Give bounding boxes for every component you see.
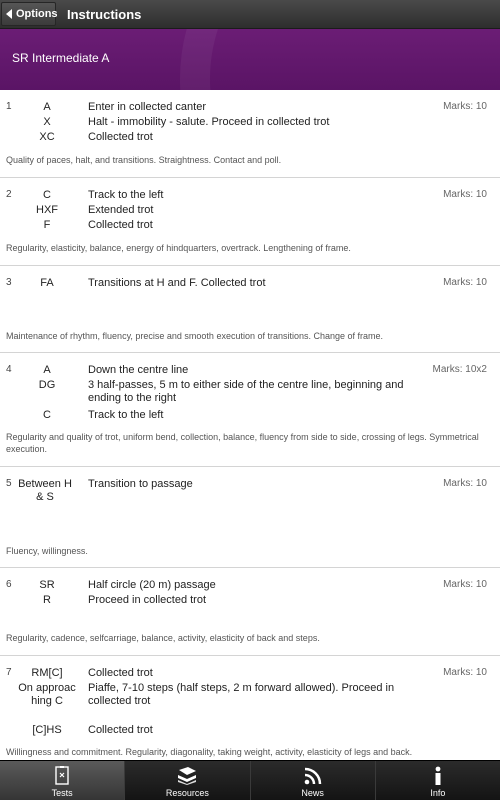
movement-description: Collected trot xyxy=(88,219,153,231)
movement-marks: Marks: 10 xyxy=(443,478,487,489)
movement-description: Track to the left xyxy=(88,189,164,201)
books-icon xyxy=(125,766,249,785)
movement-row: 6 Marks: 10 SR Half circle (20 m) passag… xyxy=(0,568,500,656)
test-header: SR Intermediate A xyxy=(0,29,500,90)
movement-number: 1 xyxy=(6,101,12,112)
movement-letter: SR xyxy=(39,579,55,591)
movement-description: Transition to passage xyxy=(88,478,193,490)
movement-comment: Regularity, elasticity, balance, energy … xyxy=(6,243,351,253)
movement-description: Enter in collected canter xyxy=(88,101,207,113)
movement-letter: A xyxy=(43,364,51,376)
test-title: SR Intermediate A xyxy=(12,51,110,65)
movement-comment: Maintenance of rhythm, fluency, precise … xyxy=(6,331,384,341)
movement-description: Collected trot xyxy=(88,667,153,679)
back-arrow-icon xyxy=(6,9,12,19)
movement-description: Collected trot xyxy=(88,131,153,143)
movement-row: 4 Marks: 10x2 A Down the centre line DG … xyxy=(0,353,500,467)
movement-letter: HXF xyxy=(36,204,58,216)
movement-row: 1 Marks: 10 A Enter in collected canter … xyxy=(0,90,500,178)
options-label: Options xyxy=(16,8,58,20)
movement-letter: XC xyxy=(39,131,55,143)
movement-description: Transitions at H and F. Collected trot xyxy=(88,277,266,289)
movement-row: 7 Marks: 10 RM[C] Collected trot On appr… xyxy=(0,656,500,760)
options-back-button[interactable]: Options xyxy=(1,2,58,26)
movement-row: 3 Marks: 10 FA Transitions at H and F. C… xyxy=(0,266,500,353)
movement-description: Halt - immobility - salute. Proceed in c… xyxy=(88,116,330,128)
movement-marks: Marks: 10 xyxy=(443,667,487,678)
movement-number: 7 xyxy=(6,667,12,678)
movement-letter: C xyxy=(43,189,51,201)
tab-info[interactable]: Info xyxy=(375,761,500,800)
action-bar: Options Instructions xyxy=(0,0,500,29)
movement-number: 6 xyxy=(6,579,12,590)
movement-description: Piaffe, 7-10 steps (half steps, 2 m forw… xyxy=(88,682,395,707)
movement-letter: DG xyxy=(38,379,56,391)
movement-marks: Marks: 10 xyxy=(443,189,487,200)
movement-marks: Marks: 10 xyxy=(443,579,487,590)
tab-news[interactable]: News xyxy=(250,761,376,800)
tab-tests[interactable]: Tests xyxy=(0,761,126,800)
screen-title: Instructions xyxy=(67,7,142,22)
movement-number: 2 xyxy=(6,189,12,200)
movement-description: Half circle (20 m) passage xyxy=(88,579,216,591)
movement-letter: [C]HS xyxy=(32,724,62,736)
movement-comment: Quality of paces, halt, and transitions.… xyxy=(6,155,282,165)
movement-comment: Fluency, willingness. xyxy=(6,546,88,556)
movement-letter: Between H & S xyxy=(18,478,72,503)
tab-news-label: News xyxy=(301,788,324,798)
tab-resources[interactable]: Resources xyxy=(125,761,251,800)
movement-number: 5 xyxy=(6,478,12,489)
movement-number: 3 xyxy=(6,277,12,288)
movement-letter: FA xyxy=(40,277,54,289)
movement-letter: A xyxy=(43,101,51,113)
tab-resources-label: Resources xyxy=(165,788,209,798)
movement-description: Extended trot xyxy=(88,204,154,216)
movement-marks: Marks: 10 xyxy=(443,277,487,288)
bottom-tab-bar: Tests Resources News Info xyxy=(0,760,500,800)
movement-letter: C xyxy=(43,409,51,421)
movement-description: Track to the left xyxy=(88,409,164,421)
movement-description: Down the centre line xyxy=(88,364,189,376)
movement-number: 4 xyxy=(6,364,12,375)
tests-icon xyxy=(0,766,124,785)
movement-row: 2 Marks: 10 C Track to the left HXF Exte… xyxy=(0,178,500,266)
movement-comment: Regularity and quality of trot, uniform … xyxy=(6,432,479,454)
rss-icon xyxy=(251,766,375,785)
movement-description: Proceed in collected trot xyxy=(88,594,207,606)
tab-info-label: Info xyxy=(430,788,446,798)
movement-letter: RM[C] xyxy=(31,667,63,679)
movement-comment: Willingness and commitment. Regularity, … xyxy=(6,747,413,757)
movement-marks: Marks: 10x2 xyxy=(432,364,487,375)
movement-letter: On approaching C xyxy=(18,682,76,707)
movement-letter: F xyxy=(43,219,51,231)
movement-row: 5 Marks: 10 Between H & S Transition to … xyxy=(0,467,500,568)
movement-description: Collected trot xyxy=(88,724,153,736)
info-icon xyxy=(376,766,500,785)
movement-marks: Marks: 10 xyxy=(443,101,487,112)
movement-letter: R xyxy=(43,594,51,606)
movement-description: 3 half-passes, 5 m to either side of the… xyxy=(88,379,404,404)
movement-list[interactable]: 1 Marks: 10 A Enter in collected canter … xyxy=(0,90,500,760)
tab-tests-label: Tests xyxy=(51,788,73,798)
movement-letter: X xyxy=(43,116,51,128)
movement-comment: Regularity, cadence, selfcarriage, balan… xyxy=(6,633,320,643)
